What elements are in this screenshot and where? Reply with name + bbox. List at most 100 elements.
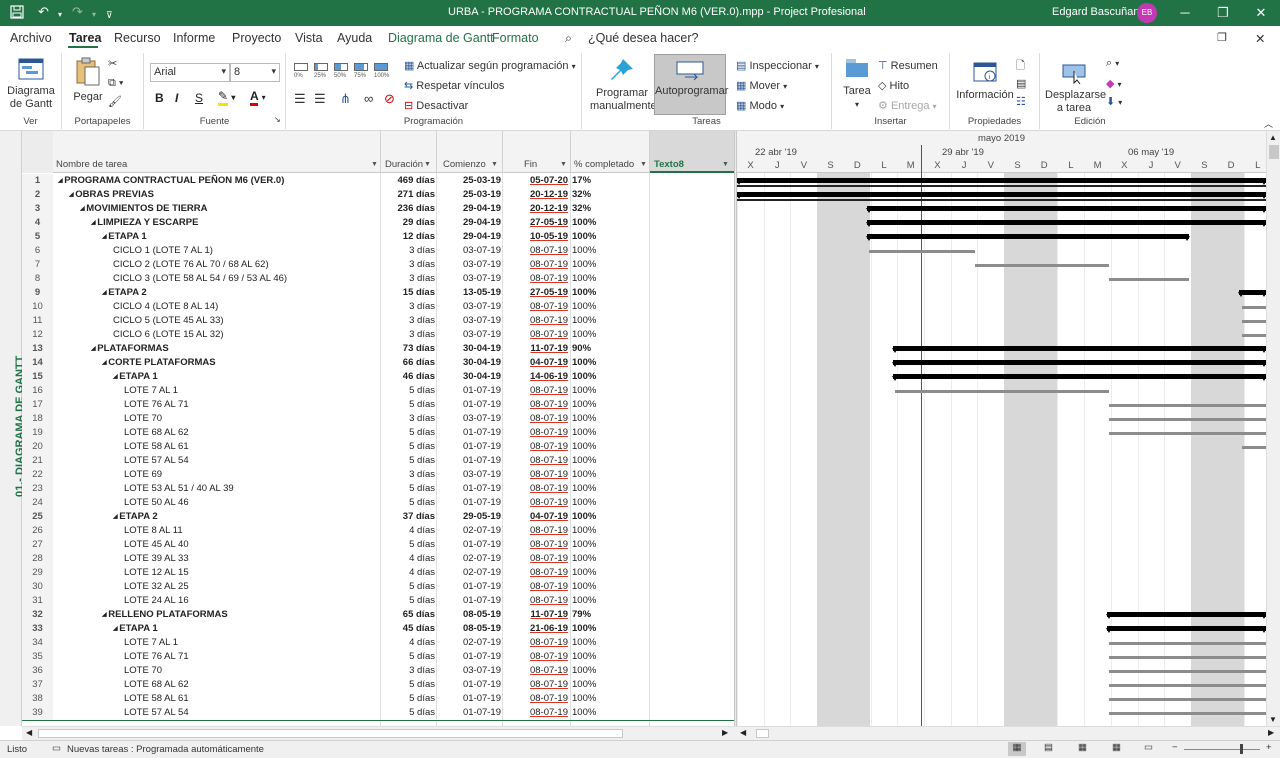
progress-bar[interactable] (737, 185, 1266, 187)
duration-cell[interactable]: 45 días (381, 622, 435, 636)
summary-bar[interactable] (866, 206, 1266, 213)
mode-button[interactable]: ▦ Modo ▾ (736, 99, 784, 112)
row-number[interactable]: 35 (22, 650, 53, 664)
undo-icon[interactable]: ↶ (38, 5, 49, 19)
pct-complete-cell[interactable]: 100% (572, 272, 648, 286)
text8-cell[interactable] (650, 412, 734, 426)
finish-cell[interactable]: 08-07-19 (504, 328, 568, 342)
avatar[interactable]: EB (1137, 3, 1157, 23)
table-row[interactable]: 11 CICLO 5 (LOTE 45 AL 33) 3 días 03-07-19 0… (22, 314, 734, 328)
text8-cell[interactable] (650, 468, 734, 482)
table-row[interactable]: 25 ◢ ETAPA 2 37 días 29-05-19 04-07-19 100% (22, 510, 734, 524)
text8-cell[interactable] (650, 622, 734, 636)
table-row[interactable]: 27 LOTE 45 AL 40 5 días 01-07-19 08-07-19 100… (22, 538, 734, 552)
finish-cell[interactable]: 10-05-19 (504, 230, 568, 244)
table-row[interactable]: 15 ◢ ETAPA 1 46 días 30-04-19 14-06-19 100% (22, 370, 734, 384)
tab-tarea[interactable]: Tarea (69, 31, 101, 45)
text8-cell[interactable] (650, 692, 734, 706)
row-number[interactable]: 4 (22, 216, 53, 230)
start-cell[interactable]: 01-07-19 (437, 384, 501, 398)
start-cell[interactable]: 02-07-19 (437, 636, 501, 650)
finish-cell[interactable]: 08-07-19 (504, 692, 568, 706)
text8-cell[interactable] (650, 552, 734, 566)
start-cell[interactable]: 01-07-19 (437, 692, 501, 706)
table-row[interactable]: 21 LOTE 57 AL 54 5 días 01-07-19 08-07-19 100… (22, 454, 734, 468)
task-name-cell[interactable]: LOTE 24 AL 16 (54, 594, 379, 608)
row-number[interactable]: 19 (22, 426, 53, 440)
summary-bar[interactable] (866, 234, 1190, 241)
summary-bar[interactable] (1106, 612, 1266, 619)
text8-cell[interactable] (650, 524, 734, 538)
pct-complete-cell[interactable]: 32% (572, 188, 648, 202)
text8-cell[interactable] (650, 216, 734, 230)
pct-complete-cell[interactable]: 100% (572, 538, 648, 552)
filter-name-icon[interactable]: ▼ (371, 161, 378, 168)
zoom-out-icon[interactable]: − (1172, 742, 1178, 753)
text8-cell[interactable] (650, 328, 734, 342)
duration-cell[interactable]: 46 días (381, 370, 435, 384)
table-row[interactable]: 17 LOTE 76 AL 71 5 días 01-07-19 08-07-19 100… (22, 398, 734, 412)
text8-cell[interactable] (650, 230, 734, 244)
filter-pct-icon[interactable]: ▼ (640, 161, 647, 168)
start-cell[interactable]: 03-07-19 (437, 328, 501, 342)
table-row[interactable]: 24 LOTE 50 AL 46 5 días 01-07-19 08-07-19 100… (22, 496, 734, 510)
link-tasks-icon[interactable]: ∞ (364, 91, 373, 106)
progress-bar[interactable] (737, 199, 1266, 201)
task-name-cell[interactable]: LOTE 76 AL 71 (54, 650, 379, 664)
table-row[interactable]: 37 LOTE 68 AL 62 5 días 01-07-19 08-07-19 100… (22, 678, 734, 692)
search-icon[interactable]: ⌕ (565, 31, 572, 46)
find-icon[interactable]: ⌕ ▾ (1106, 57, 1119, 70)
task-name-cell[interactable]: LOTE 7 AL 1 (54, 384, 379, 398)
table-row[interactable]: 12 CICLO 6 (LOTE 15 AL 32) 3 días 03-07-19 0… (22, 328, 734, 342)
copy-icon[interactable]: ⧉ ▾ (108, 77, 124, 90)
duration-cell[interactable]: 5 días (381, 496, 435, 510)
start-cell[interactable]: 25-03-19 (437, 188, 501, 202)
start-cell[interactable]: 01-07-19 (437, 650, 501, 664)
pct-complete-cell[interactable]: 100% (572, 328, 648, 342)
table-row[interactable]: 36 LOTE 70 3 días 03-07-19 08-07-19 100% (22, 664, 734, 678)
finish-cell[interactable]: 27-05-19 (504, 216, 568, 230)
select-all-corner[interactable] (22, 131, 53, 173)
finish-cell[interactable]: 08-07-19 (504, 524, 568, 538)
row-number[interactable]: 14 (22, 356, 53, 370)
pct-complete-cell[interactable]: 100% (572, 314, 648, 328)
row-number[interactable]: 34 (22, 636, 53, 650)
pct-complete-cell[interactable]: 100% (572, 552, 648, 566)
text8-cell[interactable] (650, 272, 734, 286)
information-button[interactable]: i Información (954, 61, 1016, 102)
insert-deliverable-button[interactable]: ⚙ Entrega ▾ (878, 99, 937, 112)
start-cell[interactable]: 01-07-19 (437, 678, 501, 692)
task-name-cell[interactable]: LOTE 69 (54, 468, 379, 482)
summary-bar[interactable] (892, 346, 1266, 353)
user-name[interactable]: Edgard Bascuñan (1052, 6, 1139, 18)
tab-vista[interactable]: Vista (295, 31, 323, 45)
pct-complete-cell[interactable]: 100% (572, 370, 648, 384)
finish-cell[interactable]: 08-07-19 (504, 496, 568, 510)
table-row[interactable]: 33 ◢ ETAPA 1 45 días 08-05-19 21-06-19 100% (22, 622, 734, 636)
redo-icon[interactable]: ↷ (72, 5, 83, 19)
cut-icon[interactable]: ✂ (108, 57, 117, 70)
close-document-button[interactable]: ✕ (1255, 31, 1265, 46)
pct-complete-cell[interactable]: 32% (572, 202, 648, 216)
duration-cell[interactable]: 29 días (381, 216, 435, 230)
task-name-cell[interactable]: CICLO 3 (LOTE 58 AL 54 / 69 / 53 AL 46) (54, 272, 379, 286)
collapse-ribbon-icon[interactable]: ︿ (1264, 117, 1273, 130)
text8-cell[interactable] (650, 440, 734, 454)
finish-cell[interactable]: 08-07-19 (504, 594, 568, 608)
task-name-cell[interactable]: LOTE 57 AL 54 (54, 454, 379, 468)
pct-complete-cell[interactable]: 100% (572, 678, 648, 692)
text8-cell[interactable] (650, 342, 734, 356)
start-cell[interactable]: 02-07-19 (437, 552, 501, 566)
row-number[interactable]: 38 (22, 692, 53, 706)
start-cell[interactable]: 03-07-19 (437, 300, 501, 314)
task-bar[interactable] (869, 250, 975, 253)
text8-cell[interactable] (650, 594, 734, 608)
duration-cell[interactable]: 3 días (381, 300, 435, 314)
filter-start-icon[interactable]: ▼ (491, 161, 498, 168)
duration-cell[interactable]: 73 días (381, 342, 435, 356)
column-header-pct[interactable]: % completado (574, 159, 634, 170)
finish-cell[interactable]: 21-06-19 (504, 622, 568, 636)
start-cell[interactable]: 01-07-19 (437, 496, 501, 510)
table-row[interactable]: 14 ◢ CORTE PLATAFORMAS 66 días 30-04-19 04-0… (22, 356, 734, 370)
task-name-cell[interactable]: LOTE 58 AL 61 (54, 692, 379, 706)
